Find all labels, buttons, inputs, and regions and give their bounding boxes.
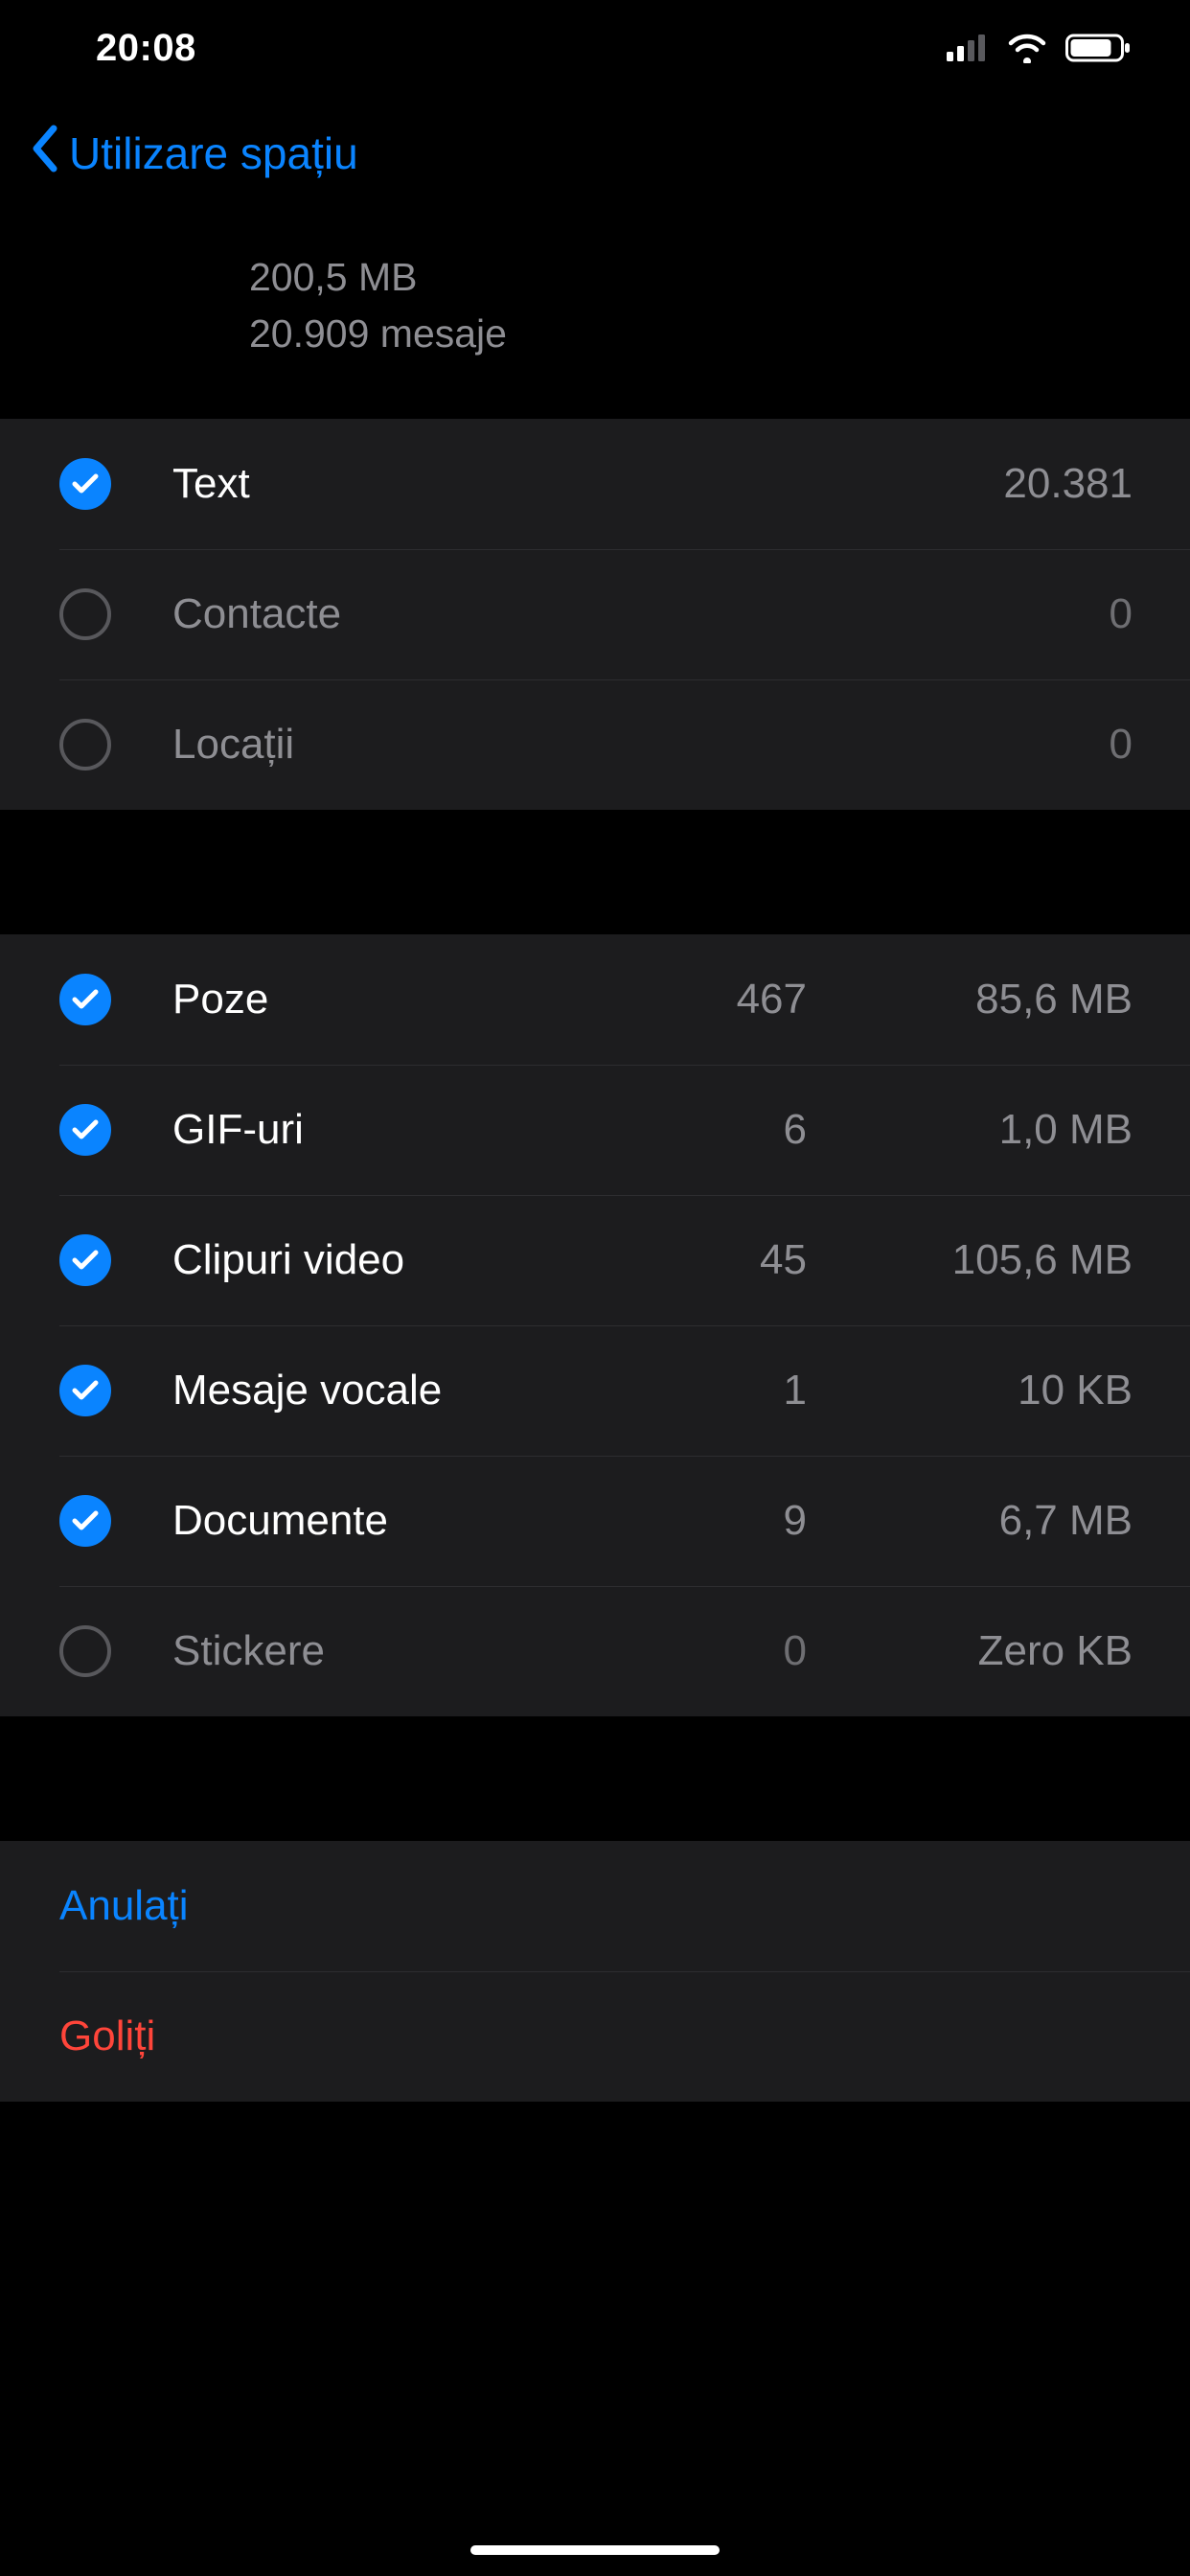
cancel-button[interactable]: Anulați bbox=[0, 1841, 1190, 1971]
item-label: GIF-uri bbox=[172, 1106, 575, 1154]
checkbox[interactable] bbox=[59, 719, 111, 770]
summary-messages: 20.909 mesaje bbox=[249, 306, 1190, 362]
list-item[interactable]: Stickere0Zero KB bbox=[0, 1586, 1190, 1716]
section-gap bbox=[0, 810, 1190, 934]
item-count: 9 bbox=[575, 1497, 807, 1545]
list-item[interactable]: Documente96,7 MB bbox=[0, 1456, 1190, 1586]
item-size: 1,0 MB bbox=[807, 1106, 1133, 1154]
nav-bar: Utilizare spațiu bbox=[0, 96, 1190, 211]
item-size: 105,6 MB bbox=[807, 1236, 1133, 1284]
item-count: 467 bbox=[575, 976, 807, 1024]
list-item[interactable]: Text20.381 bbox=[0, 419, 1190, 549]
home-indicator bbox=[470, 2545, 720, 2555]
checkbox[interactable] bbox=[59, 1234, 111, 1286]
item-label: Stickere bbox=[172, 1627, 575, 1675]
item-label: Poze bbox=[172, 976, 575, 1024]
item-count: 45 bbox=[575, 1236, 807, 1284]
group-media: Poze46785,6 MB GIF-uri61,0 MB Clipuri vi… bbox=[0, 934, 1190, 1716]
clear-button[interactable]: Goliți bbox=[0, 1971, 1190, 2102]
chat-summary: 200,5 MB 20.909 mesaje bbox=[0, 211, 1190, 419]
item-count: 0 bbox=[575, 721, 1133, 769]
item-label: Documente bbox=[172, 1497, 575, 1545]
item-count: 6 bbox=[575, 1106, 807, 1154]
group-basic: Text20.381Contacte0Locații0 bbox=[0, 419, 1190, 810]
list-item[interactable]: Poze46785,6 MB bbox=[0, 934, 1190, 1065]
item-size: 85,6 MB bbox=[807, 976, 1133, 1024]
checkbox[interactable] bbox=[59, 974, 111, 1025]
item-label: Contacte bbox=[172, 590, 575, 638]
item-count: 0 bbox=[575, 590, 1133, 638]
checkbox[interactable] bbox=[59, 1625, 111, 1677]
cellular-icon bbox=[947, 34, 989, 61]
summary-size: 200,5 MB bbox=[249, 249, 1190, 306]
item-size: 10 KB bbox=[807, 1367, 1133, 1414]
item-label: Text bbox=[172, 460, 575, 508]
status-bar: 20:08 bbox=[0, 0, 1190, 96]
actions-group: Anulați Goliți bbox=[0, 1841, 1190, 2102]
back-button[interactable]: Utilizare spațiu bbox=[69, 127, 358, 179]
item-count: 1 bbox=[575, 1367, 807, 1414]
list-item[interactable]: GIF-uri61,0 MB bbox=[0, 1065, 1190, 1195]
item-count: 20.381 bbox=[575, 460, 1133, 508]
list-item[interactable]: Clipuri video45105,6 MB bbox=[0, 1195, 1190, 1325]
item-count: 0 bbox=[575, 1627, 807, 1675]
item-size: Zero KB bbox=[807, 1627, 1133, 1675]
back-chevron-icon[interactable] bbox=[29, 125, 59, 183]
checkbox[interactable] bbox=[59, 1104, 111, 1156]
list-item[interactable]: Mesaje vocale110 KB bbox=[0, 1325, 1190, 1456]
battery-icon bbox=[1065, 33, 1133, 63]
checkbox[interactable] bbox=[59, 1365, 111, 1416]
status-time: 20:08 bbox=[96, 27, 196, 70]
checkbox[interactable] bbox=[59, 1495, 111, 1547]
list-item[interactable]: Contacte0 bbox=[0, 549, 1190, 679]
item-label: Mesaje vocale bbox=[172, 1367, 575, 1414]
wifi-icon bbox=[1006, 33, 1048, 63]
checkbox[interactable] bbox=[59, 588, 111, 640]
item-size: 6,7 MB bbox=[807, 1497, 1133, 1545]
list-item[interactable]: Locații0 bbox=[0, 679, 1190, 810]
item-label: Locații bbox=[172, 721, 575, 769]
item-label: Clipuri video bbox=[172, 1236, 575, 1284]
checkbox[interactable] bbox=[59, 458, 111, 510]
